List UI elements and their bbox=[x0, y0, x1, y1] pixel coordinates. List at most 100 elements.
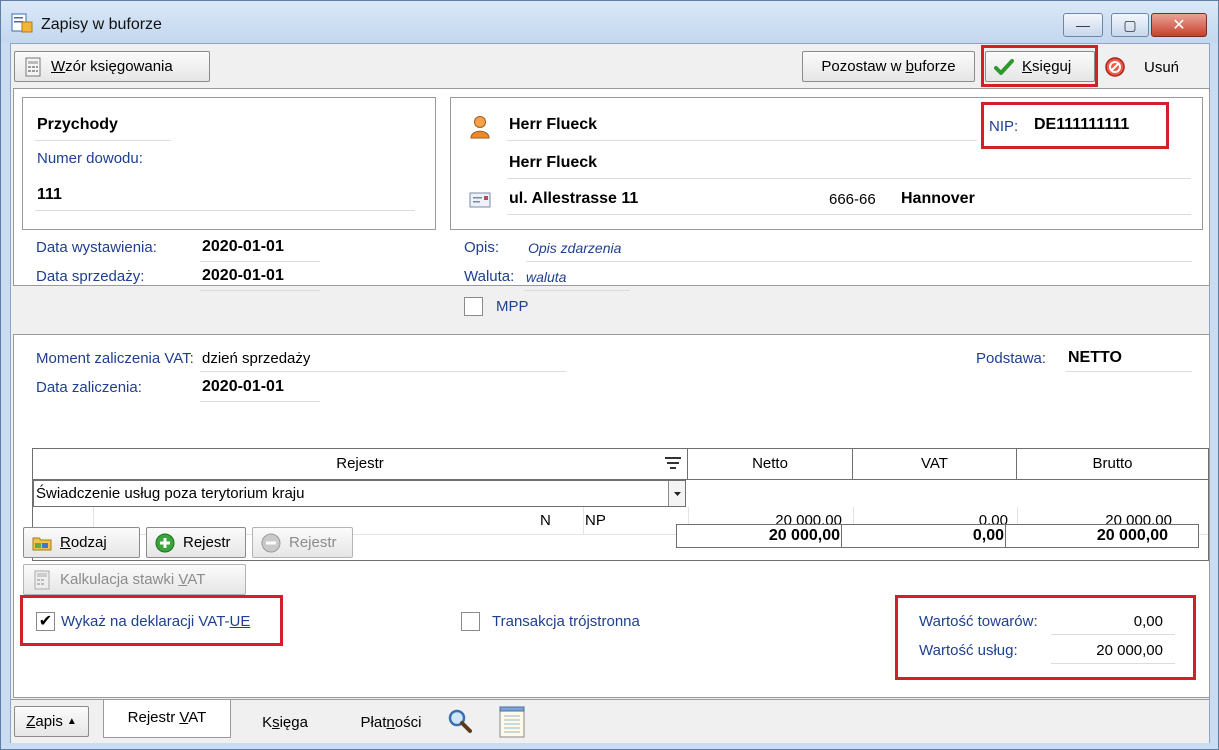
delete-label: Usuń bbox=[1144, 58, 1180, 76]
document-number: 111 bbox=[37, 186, 62, 203]
document-type: Przychody bbox=[37, 116, 118, 133]
window-title: Zapisy w buforze bbox=[41, 16, 162, 33]
plus-circle-icon bbox=[155, 533, 175, 552]
column-header-register[interactable]: Rejestr bbox=[33, 449, 688, 479]
tab-payments-hotkey: n bbox=[386, 714, 395, 731]
row-code-2: NP bbox=[585, 512, 606, 529]
chevron-down-icon[interactable] bbox=[668, 481, 685, 506]
currency-field[interactable]: waluta bbox=[526, 269, 566, 285]
sale-date-label: Data sprzedaży: bbox=[36, 268, 145, 285]
tab-payments-rest: ości bbox=[394, 714, 422, 731]
template-hotkey: W bbox=[51, 58, 66, 75]
person-icon bbox=[470, 116, 490, 139]
basis-label: Podstawa: bbox=[976, 350, 1047, 367]
total-net: 20 000,00 bbox=[768, 527, 840, 544]
tab-vat-rest: AT bbox=[188, 709, 207, 726]
folder-icon bbox=[32, 537, 52, 550]
vat-moment-label: Moment zaliczenia VAT: bbox=[36, 350, 194, 367]
leave-label-rest: uforze bbox=[913, 58, 956, 75]
search-icon[interactable] bbox=[447, 708, 473, 734]
register-select[interactable]: Świadczenie usług poza terytorium kraju bbox=[33, 480, 686, 507]
remove-register-label: Rejestr bbox=[289, 534, 337, 551]
address-card-icon bbox=[469, 192, 491, 208]
sale-date: 2020-01-01 bbox=[202, 267, 284, 284]
leave-label-prefix: Pozostaw w bbox=[821, 58, 906, 75]
title-bar[interactable]: Zapisy w buforze — ▢ ✕ bbox=[1, 1, 1218, 43]
column-header-net[interactable]: Netto bbox=[688, 449, 853, 479]
basis-value: NETTO bbox=[1068, 349, 1122, 366]
delete-icon bbox=[1105, 57, 1125, 77]
calculator-icon bbox=[34, 570, 50, 589]
delete-button[interactable]: Usuń bbox=[1104, 54, 1204, 80]
calc-label-rest: AT bbox=[187, 571, 206, 588]
highlight-nip bbox=[981, 102, 1169, 149]
tab-payments-prefix: Płat bbox=[360, 714, 387, 731]
document-number-label: Numer dowodu: bbox=[37, 150, 143, 167]
register-value: Świadczenie usług poza terytorium kraju bbox=[36, 485, 305, 502]
highlight-post bbox=[981, 45, 1098, 87]
tab-ledger-rest: ięga bbox=[279, 714, 308, 731]
highlight-values bbox=[895, 595, 1196, 680]
close-icon: ✕ bbox=[1172, 17, 1186, 34]
kind-button[interactable]: Rodzaj bbox=[23, 527, 140, 558]
calculator-sheet-icon bbox=[25, 57, 41, 76]
description-field[interactable]: Opis zdarzenia bbox=[528, 240, 621, 256]
contractor-name-2: Herr Flueck bbox=[509, 154, 598, 171]
mpp-checkbox[interactable] bbox=[464, 297, 483, 316]
minimize-button[interactable]: — bbox=[1063, 13, 1103, 37]
triangular-checkbox[interactable] bbox=[461, 612, 480, 631]
template-button[interactable]: Wzór księgowania bbox=[14, 51, 210, 82]
contractor-name: Herr Flueck bbox=[509, 116, 598, 133]
remove-register-button[interactable]: Rejestr bbox=[252, 527, 353, 558]
vat-moment[interactable]: dzień sprzedaży bbox=[202, 350, 310, 367]
document-header-panel: Przychody Numer dowodu: 111 Herr Flueck … bbox=[13, 88, 1210, 316]
document-info-box: Przychody Numer dowodu: 111 bbox=[22, 97, 436, 230]
tab-ledger[interactable]: Księga bbox=[245, 708, 325, 738]
template-label: zór księgowania bbox=[65, 58, 173, 75]
notepad-icon[interactable] bbox=[497, 705, 527, 739]
app-window: Zapisy w buforze — ▢ ✕ Wzór księgowania … bbox=[0, 0, 1219, 750]
table-header: Rejestr Netto VAT Brutto bbox=[33, 449, 1208, 480]
city: Hannover bbox=[901, 190, 975, 207]
maximize-icon: ▢ bbox=[1123, 17, 1137, 33]
mpp-label: MPP bbox=[496, 298, 529, 315]
tab-vat-register[interactable]: Rejestr VAT bbox=[103, 700, 231, 738]
close-button[interactable]: ✕ bbox=[1151, 13, 1207, 37]
highlight-vat-ue bbox=[20, 595, 283, 646]
leave-in-buffer-button[interactable]: Pozostaw w buforze bbox=[802, 51, 975, 82]
column-header-vat[interactable]: VAT bbox=[853, 449, 1017, 479]
leave-hotkey: b bbox=[905, 58, 914, 75]
maximize-button[interactable]: ▢ bbox=[1111, 13, 1149, 37]
minus-circle-icon bbox=[261, 533, 281, 552]
currency-label: Waluta: bbox=[464, 268, 515, 285]
calc-hotkey: V bbox=[178, 571, 188, 588]
tab-vat-prefix: Rejestr bbox=[127, 709, 180, 726]
kind-hotkey: R bbox=[60, 534, 71, 551]
column-menu-icon[interactable] bbox=[663, 455, 683, 473]
kind-label: odzaj bbox=[70, 534, 107, 551]
calc-vat-rate-button[interactable]: Kalkulacja stawki VAT bbox=[23, 564, 246, 595]
tab-ledger-prefix: K bbox=[262, 714, 273, 731]
calc-label-prefix: Kalkulacja stawki bbox=[60, 571, 179, 588]
contractor-street: ul. Allestrasse 11 bbox=[509, 190, 639, 207]
vat-date[interactable]: 2020-01-01 bbox=[202, 378, 284, 396]
minimize-icon: — bbox=[1076, 17, 1090, 33]
triangular-label: Transakcja trójstronna bbox=[492, 613, 640, 630]
tab-ledger-hotkey: s bbox=[272, 714, 280, 731]
vat-date-label: Data zaliczenia: bbox=[36, 379, 142, 396]
record-hotkey: Z bbox=[26, 713, 36, 730]
bottom-tab-bar: Zapis ▲ Rejestr VAT Księga Płatności bbox=[11, 699, 1209, 743]
record-menu-button[interactable]: Zapis ▲ bbox=[14, 706, 89, 737]
record-label: apis bbox=[35, 713, 63, 730]
tab-payments[interactable]: Płatności bbox=[341, 708, 441, 738]
row-code-1: N bbox=[540, 512, 551, 529]
add-register-button[interactable]: Rejestr bbox=[146, 527, 246, 558]
column-header-gross[interactable]: Brutto bbox=[1017, 449, 1208, 479]
total-vat: 0,00 bbox=[972, 527, 1004, 544]
caret-up-icon: ▲ bbox=[66, 716, 77, 727]
add-register-label: Rejestr bbox=[183, 534, 231, 551]
totals-row: 20 000,00 0,00 20 000,00 bbox=[676, 524, 1199, 548]
postal-code: 666-66 bbox=[829, 191, 876, 208]
description-label: Opis: bbox=[464, 239, 500, 256]
app-icon bbox=[11, 13, 33, 33]
